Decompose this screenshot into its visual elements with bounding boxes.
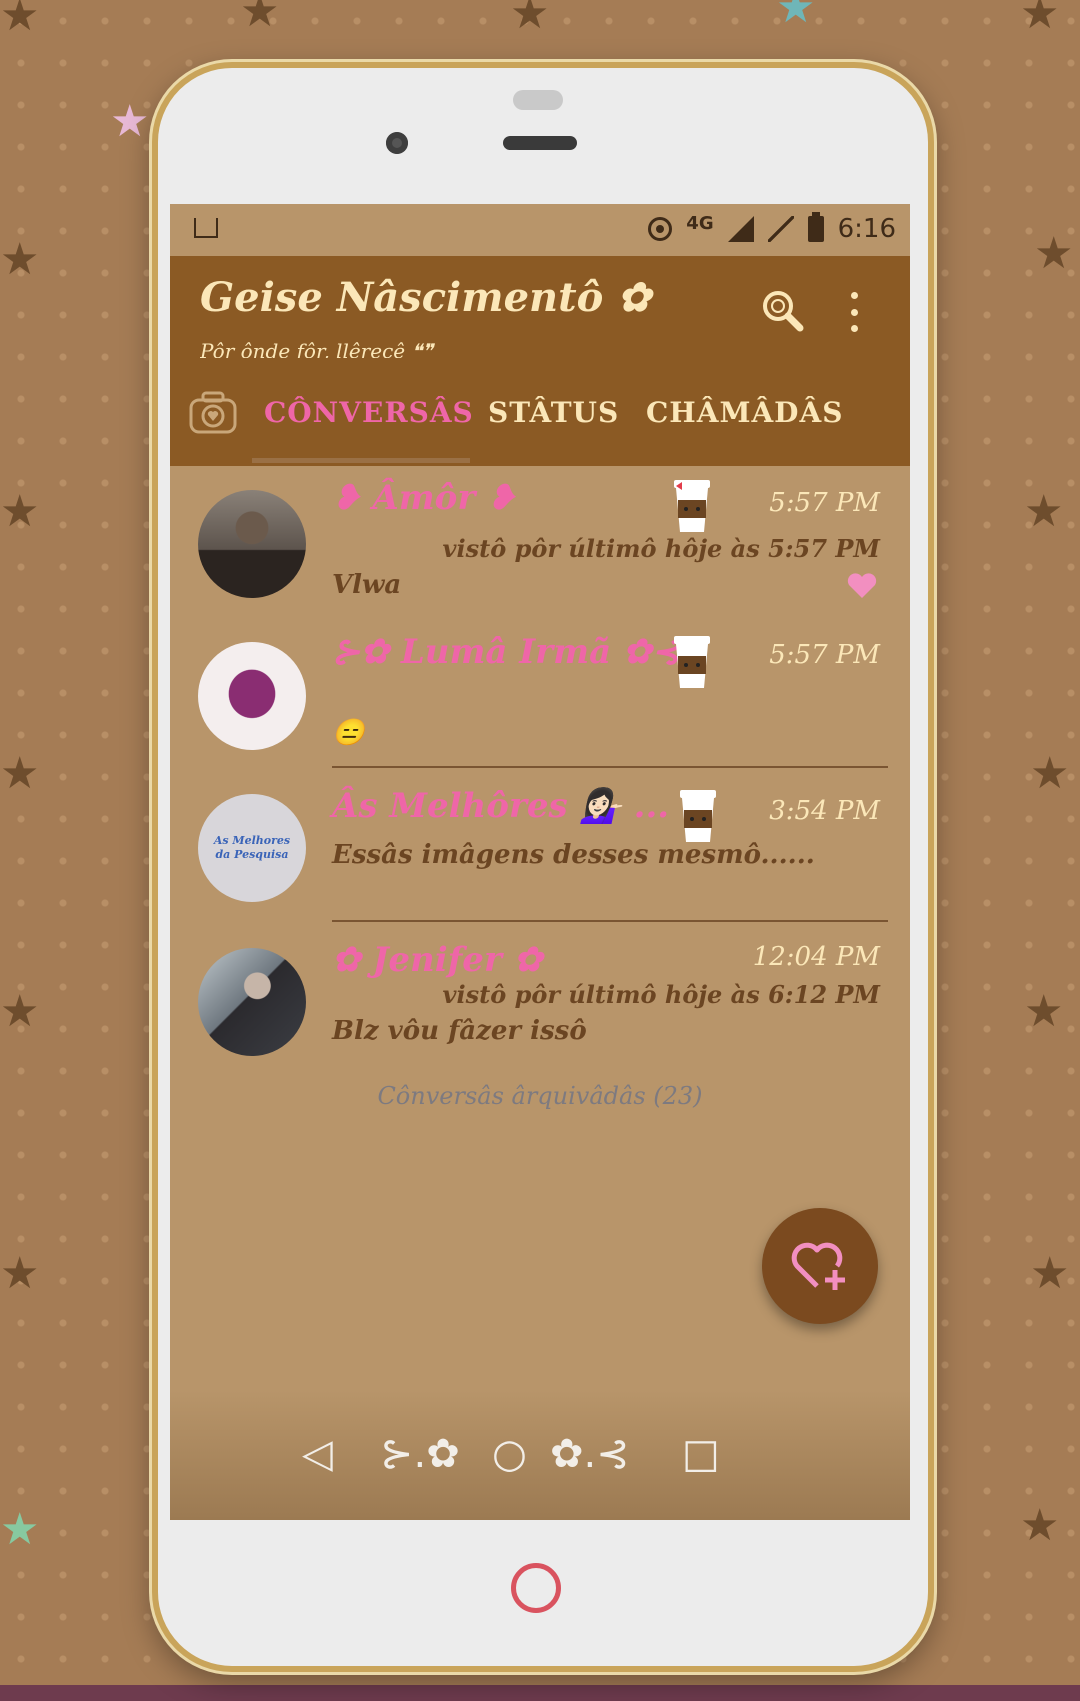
chat-last-message: Essâs imâgens desses mesmô......: [332, 840, 815, 870]
avatar[interactable]: [198, 642, 306, 750]
archived-chats-link[interactable]: Cônversâs ârquivâdâs (23): [170, 1082, 910, 1110]
avatar[interactable]: [198, 948, 306, 1056]
chat-item[interactable]: As Melhores da Pesquisa Âs Melhôres 💁🏻‍♀…: [170, 770, 910, 928]
chat-time: 3:54 PM: [769, 796, 880, 826]
star-icon: ★: [1030, 748, 1070, 799]
star-icon: ★: [0, 234, 40, 285]
hotspot-icon: [648, 217, 673, 241]
tab-camera[interactable]: [188, 388, 238, 438]
chat-item[interactable]: ✿ Jenifer ✿ 12:04 PM vistô pôr últimô hô…: [170, 928, 910, 1078]
tab-chamadas[interactable]: CHÂMÂDÂS: [646, 396, 843, 429]
tab-conversas[interactable]: CÔNVERSÂS: [264, 396, 474, 429]
earpiece: [503, 136, 577, 150]
star-icon: ★: [0, 486, 40, 537]
coffee-cup-icon: [674, 636, 710, 688]
new-chat-button[interactable]: [762, 1208, 878, 1324]
star-icon: ★: [240, 0, 280, 37]
chat-item[interactable]: ❥ Âmôr ❥ 5:57 PM vistô pôr últimô hôje à…: [170, 466, 910, 620]
recents-button[interactable]: □: [682, 1434, 720, 1474]
star-icon: ★: [0, 986, 40, 1037]
divider: [332, 766, 888, 768]
top-speaker: [513, 90, 563, 110]
back-button[interactable]: ◁: [302, 1434, 333, 1474]
chat-name: ✿ Jenifer ✿: [332, 940, 543, 980]
star-icon: ★: [1024, 486, 1064, 537]
star-icon: ★: [110, 96, 150, 147]
divider: [332, 920, 888, 922]
home-button[interactable]: [511, 1563, 561, 1613]
chat-last-seen: vistô pôr últimô hôje às 5:57 PM: [442, 534, 880, 563]
chat-name: ⊱✿ Lumâ Irmã ✿⊰: [332, 632, 680, 672]
active-tab-indicator: [252, 458, 470, 463]
clock: 6:16: [837, 214, 896, 244]
tab-bar: CÔNVERSÂS STÂTUS CHÂMÂDÂS: [170, 384, 910, 466]
navigation-bar: ◁ ⊱.✿ ○ ✿.⊰ □: [170, 1390, 910, 1520]
status-bar: 4G 6:16: [170, 204, 910, 256]
chat-last-message: Vlwa: [332, 570, 402, 600]
coffee-cup-icon: [680, 790, 716, 842]
star-icon: ★: [0, 1504, 40, 1555]
camera-icon: [189, 391, 237, 434]
more-vert-icon: [850, 292, 858, 299]
signal-icon: [727, 216, 754, 242]
network-type: 4G: [686, 212, 714, 234]
star-icon: ★: [0, 1248, 40, 1299]
bottom-strip: [0, 1685, 1080, 1701]
phone-frame: 4G 6:16 Geise Nâscimentô ✿ Pôr ônde fôr,…: [152, 62, 934, 1672]
chat-last-message: Blz vôu fâzer issô: [332, 1016, 587, 1046]
chat-time: 5:57 PM: [769, 640, 880, 670]
chat-time: 12:04 PM: [752, 942, 880, 972]
app-subtitle: Pôr ônde fôr, llêreçê ❝❞: [200, 339, 433, 358]
star-icon: ★: [1034, 228, 1074, 279]
app-bar: Geise Nâscimentô ✿ Pôr ônde fôr, llêreçê…: [170, 256, 910, 466]
search-icon: [763, 291, 804, 332]
front-camera: [386, 132, 408, 154]
star-icon: ★: [0, 748, 40, 799]
battery-icon: [807, 212, 824, 242]
star-icon: ★: [510, 0, 550, 39]
chat-time: 5:57 PM: [769, 488, 880, 518]
app-screen: 4G 6:16 Geise Nâscimentô ✿ Pôr ônde fôr,…: [170, 204, 910, 1520]
star-icon: ★: [1024, 986, 1064, 1037]
avatar[interactable]: [198, 490, 306, 598]
star-icon: ★: [1020, 1500, 1060, 1551]
more-options-button[interactable]: [842, 292, 866, 332]
chat-last-seen: vistô pôr últimô hôje às 6:12 PM: [442, 980, 880, 1009]
star-icon: ★: [0, 0, 40, 41]
home-nav-button[interactable]: ○: [492, 1434, 527, 1474]
chat-item[interactable]: ⊱✿ Lumâ Irmã ✿⊰ 5:57 PM 😑: [170, 620, 910, 770]
image-notification-icon: [194, 218, 218, 238]
chat-name: Âs Melhôres 💁🏻‍♀️ ...: [332, 786, 670, 826]
signal-empty-icon: [767, 216, 794, 242]
search-button[interactable]: [760, 288, 804, 332]
chat-name: ❥ Âmôr ❥: [332, 478, 516, 518]
coffee-cup-icon: [674, 480, 710, 532]
star-icon: ★: [776, 0, 816, 33]
avatar[interactable]: As Melhores da Pesquisa: [198, 794, 306, 902]
chat-last-message: 😑: [332, 718, 365, 748]
heart-icon: [847, 573, 877, 598]
star-icon: ★: [1020, 0, 1060, 39]
nav-decoration-left: ⊱.✿: [380, 1431, 460, 1477]
tab-status[interactable]: STÂTUS: [488, 396, 619, 429]
heart-add-icon: [791, 1242, 845, 1290]
app-title: Geise Nâscimentô ✿: [200, 274, 651, 321]
star-icon: ★: [1030, 1248, 1070, 1299]
nav-decoration-right: ✿.⊰: [550, 1431, 630, 1477]
